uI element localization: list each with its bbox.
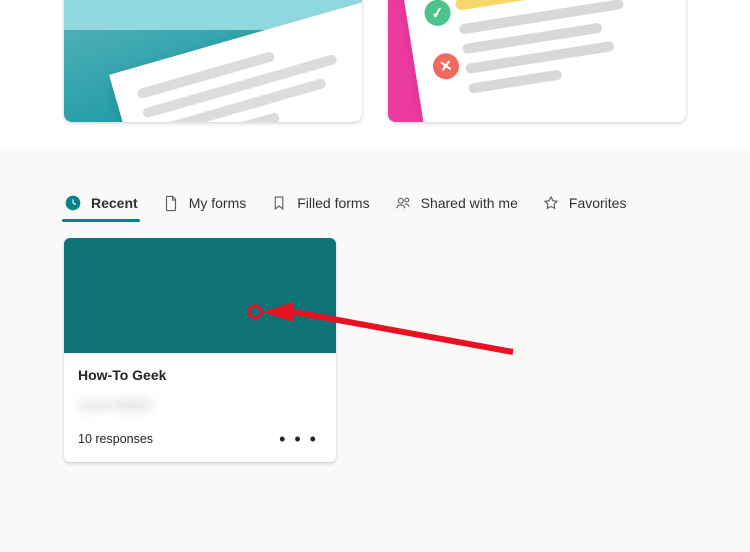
template-card-survey[interactable] xyxy=(64,0,362,122)
star-icon xyxy=(542,194,560,212)
tab-favorites[interactable]: Favorites xyxy=(542,194,627,220)
tab-label: Shared with me xyxy=(421,195,518,211)
templates-row: ✓ ✕ xyxy=(0,0,750,148)
clock-icon xyxy=(64,194,82,212)
tab-my-forms[interactable]: My forms xyxy=(162,194,247,220)
form-card-header xyxy=(64,238,336,353)
more-icon: • • • xyxy=(279,429,318,449)
tab-label: Filled forms xyxy=(297,195,369,211)
people-icon xyxy=(394,194,412,212)
form-card[interactable]: How-To Geek some.hidden 10 responses • •… xyxy=(64,238,336,462)
tab-label: My forms xyxy=(189,195,247,211)
filter-tabs: Recent My forms Filled forms Shared with… xyxy=(0,148,750,234)
forms-grid: How-To Geek some.hidden 10 responses • •… xyxy=(0,234,750,466)
x-icon: ✕ xyxy=(431,51,461,81)
template-card-quiz[interactable]: ✓ ✕ xyxy=(388,0,686,122)
check-icon: ✓ xyxy=(423,0,453,28)
tab-recent[interactable]: Recent xyxy=(64,194,138,220)
form-card-subtitle: some.hidden xyxy=(78,397,322,412)
form-card-responses: 10 responses xyxy=(78,432,153,446)
tab-label: Recent xyxy=(91,195,138,211)
tab-shared-with-me[interactable]: Shared with me xyxy=(394,194,518,220)
form-card-title: How-To Geek xyxy=(78,367,322,383)
bookmark-icon xyxy=(270,194,288,212)
tab-filled-forms[interactable]: Filled forms xyxy=(270,194,369,220)
document-icon xyxy=(162,194,180,212)
tab-label: Favorites xyxy=(569,195,627,211)
more-options-button[interactable]: • • • xyxy=(275,426,322,452)
